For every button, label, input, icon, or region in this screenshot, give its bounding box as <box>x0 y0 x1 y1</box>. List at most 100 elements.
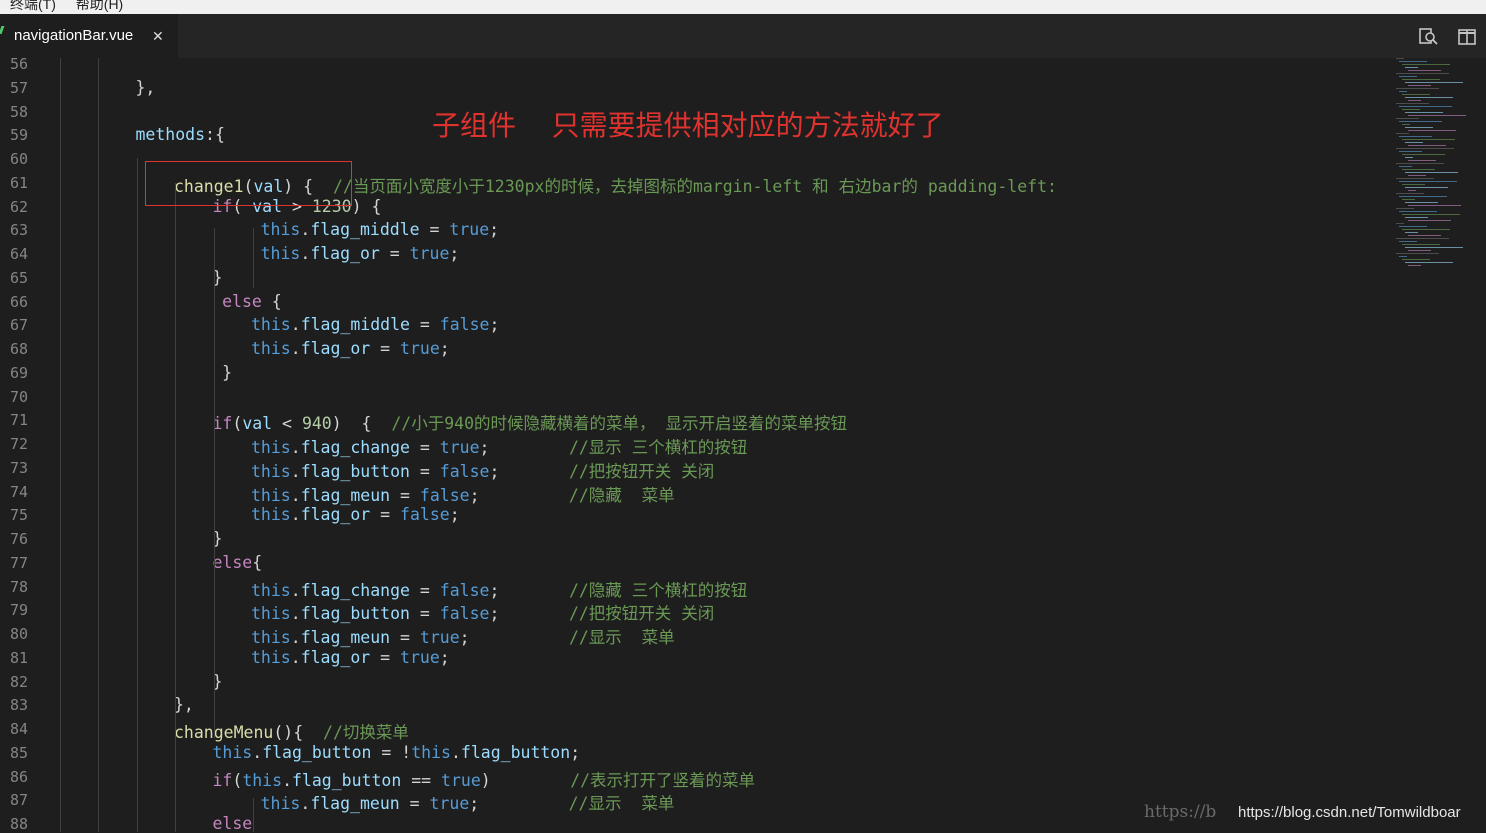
menu-item-terminal[interactable]: 终端(T) <box>10 0 56 11</box>
code-token: == <box>401 770 442 790</box>
code-token: true <box>429 794 470 814</box>
code-line[interactable]: this.flag_meun = false; //隐藏 菜单 <box>251 482 675 506</box>
indent-guide <box>253 798 254 832</box>
indent-guide <box>214 418 215 738</box>
minimap-line <box>1408 100 1421 101</box>
minimap-line <box>1405 67 1418 68</box>
code-token: . <box>290 628 301 647</box>
code-line[interactable]: this.flag_or = true; <box>261 244 460 263</box>
code-token: this <box>251 604 291 624</box>
code-token: flag_button <box>300 461 410 481</box>
minimap-line <box>1405 157 1413 158</box>
code-line[interactable]: this.flag_or = true; <box>251 339 450 358</box>
code-token: ) { <box>331 414 392 434</box>
code-token: true <box>441 770 481 790</box>
minimap-line <box>1408 115 1466 116</box>
code-line[interactable]: }, <box>174 695 194 714</box>
minimap-line <box>1405 217 1428 218</box>
minimap-line <box>1396 118 1419 119</box>
code-token: val <box>242 414 273 434</box>
line-number: 62 <box>9 197 28 216</box>
minimap[interactable] <box>1392 58 1486 278</box>
code-token: (){ <box>273 723 324 742</box>
code-token: = <box>390 485 420 505</box>
minimap-line <box>1399 211 1437 212</box>
indent-guide <box>253 228 254 288</box>
code-token: = <box>409 438 440 457</box>
code-token: . <box>290 580 301 600</box>
line-number: 68 <box>9 340 28 358</box>
minimap-line <box>1408 220 1451 221</box>
minimap-line <box>1402 139 1455 140</box>
code-line[interactable]: this.flag_change = false; //隐藏 三个横杠的按钮 <box>251 577 747 601</box>
code-token: this <box>260 794 301 814</box>
line-number: 76 <box>9 530 28 548</box>
minimap-line <box>1399 196 1447 197</box>
minimap-line <box>1405 247 1463 248</box>
code-line[interactable]: if(this.flag_button == true) //表示打开了竖着的菜… <box>213 767 756 791</box>
minimap-line <box>1405 112 1443 113</box>
code-line[interactable]: else{ <box>213 553 263 572</box>
code-token: . <box>290 647 301 667</box>
line-number: 87 <box>9 791 28 810</box>
indent-guide <box>175 183 176 832</box>
line-number: 71 <box>9 411 28 430</box>
minimap-line <box>1396 73 1449 74</box>
code-token: . <box>300 794 311 814</box>
code-token: = <box>390 628 420 647</box>
code-token: { <box>252 552 263 572</box>
minimap-line <box>1405 187 1448 188</box>
close-icon[interactable]: ✕ <box>152 14 164 58</box>
code-token: . <box>290 461 301 481</box>
code-line[interactable]: }, <box>136 78 156 97</box>
code-line[interactable]: this.flag_meun = true; //显示 菜单 <box>261 790 675 814</box>
indent-guide <box>60 58 61 832</box>
code-line[interactable]: this.flag_button = false; //把按钮开关 关闭 <box>251 600 714 624</box>
code-token: . <box>290 438 301 457</box>
code-line[interactable]: this.flag_meun = true; //显示 菜单 <box>251 624 675 648</box>
minimap-line <box>1408 85 1431 86</box>
search-compare-icon[interactable] <box>1417 26 1439 48</box>
code-token: false <box>400 505 450 525</box>
minimap-line <box>1402 184 1425 185</box>
minimap-line <box>1399 151 1422 152</box>
code-line[interactable]: this.flag_or = false; <box>251 505 460 524</box>
code-token: true <box>409 244 450 263</box>
code-line[interactable]: this.flag_button = false; //把按钮开关 关闭 <box>251 458 714 482</box>
code-line[interactable]: methods:{ <box>136 125 225 144</box>
code-token: . <box>282 770 292 790</box>
code-line[interactable]: this.flag_button = !this.flag_button; <box>213 743 581 762</box>
minimap-line <box>1396 103 1429 104</box>
code-line[interactable]: else { <box>222 292 282 311</box>
code-token: ; <box>479 438 569 457</box>
code-line[interactable]: changeMenu(){ //切换菜单 <box>174 719 409 743</box>
code-token: //把按钮开关 关闭 <box>568 604 715 624</box>
minimap-line <box>1402 199 1415 200</box>
minimap-line <box>1402 259 1430 260</box>
code-token: else <box>222 291 262 311</box>
code-line[interactable]: this.flag_middle = true; <box>261 220 499 239</box>
code-token: flag_meun <box>300 485 391 505</box>
tab-navigationbar-vue[interactable]: navigationBar.vue ✕ <box>0 14 178 58</box>
code-line[interactable]: } <box>222 363 232 382</box>
line-number: 84 <box>9 720 28 738</box>
line-number: 70 <box>9 387 28 406</box>
highlight-box <box>145 161 352 206</box>
line-number: 57 <box>9 78 28 97</box>
minimap-line <box>1408 70 1441 71</box>
split-editor-icon[interactable] <box>1456 26 1478 48</box>
code-line[interactable]: else <box>213 814 253 833</box>
line-number: 79 <box>9 601 28 620</box>
code-line[interactable]: this.flag_or = true; <box>251 648 450 667</box>
code-token: flag_change <box>300 438 410 457</box>
minimap-line <box>1408 175 1426 176</box>
code-line[interactable]: this.flag_change = true; //显示 三个横杠的按钮 <box>251 434 747 458</box>
minimap-line <box>1402 244 1440 245</box>
menu-item-help[interactable]: 帮助(H) <box>76 0 123 11</box>
code-token: = <box>409 604 440 624</box>
minimap-line <box>1396 223 1404 224</box>
code-token: methods <box>135 125 206 145</box>
code-line[interactable]: this.flag_middle = false; <box>251 315 499 334</box>
minimap-line <box>1399 91 1407 92</box>
code-line[interactable]: if(val < 940) { //小于940的时候隐藏横着的菜单， 显示开启竖… <box>213 410 847 434</box>
